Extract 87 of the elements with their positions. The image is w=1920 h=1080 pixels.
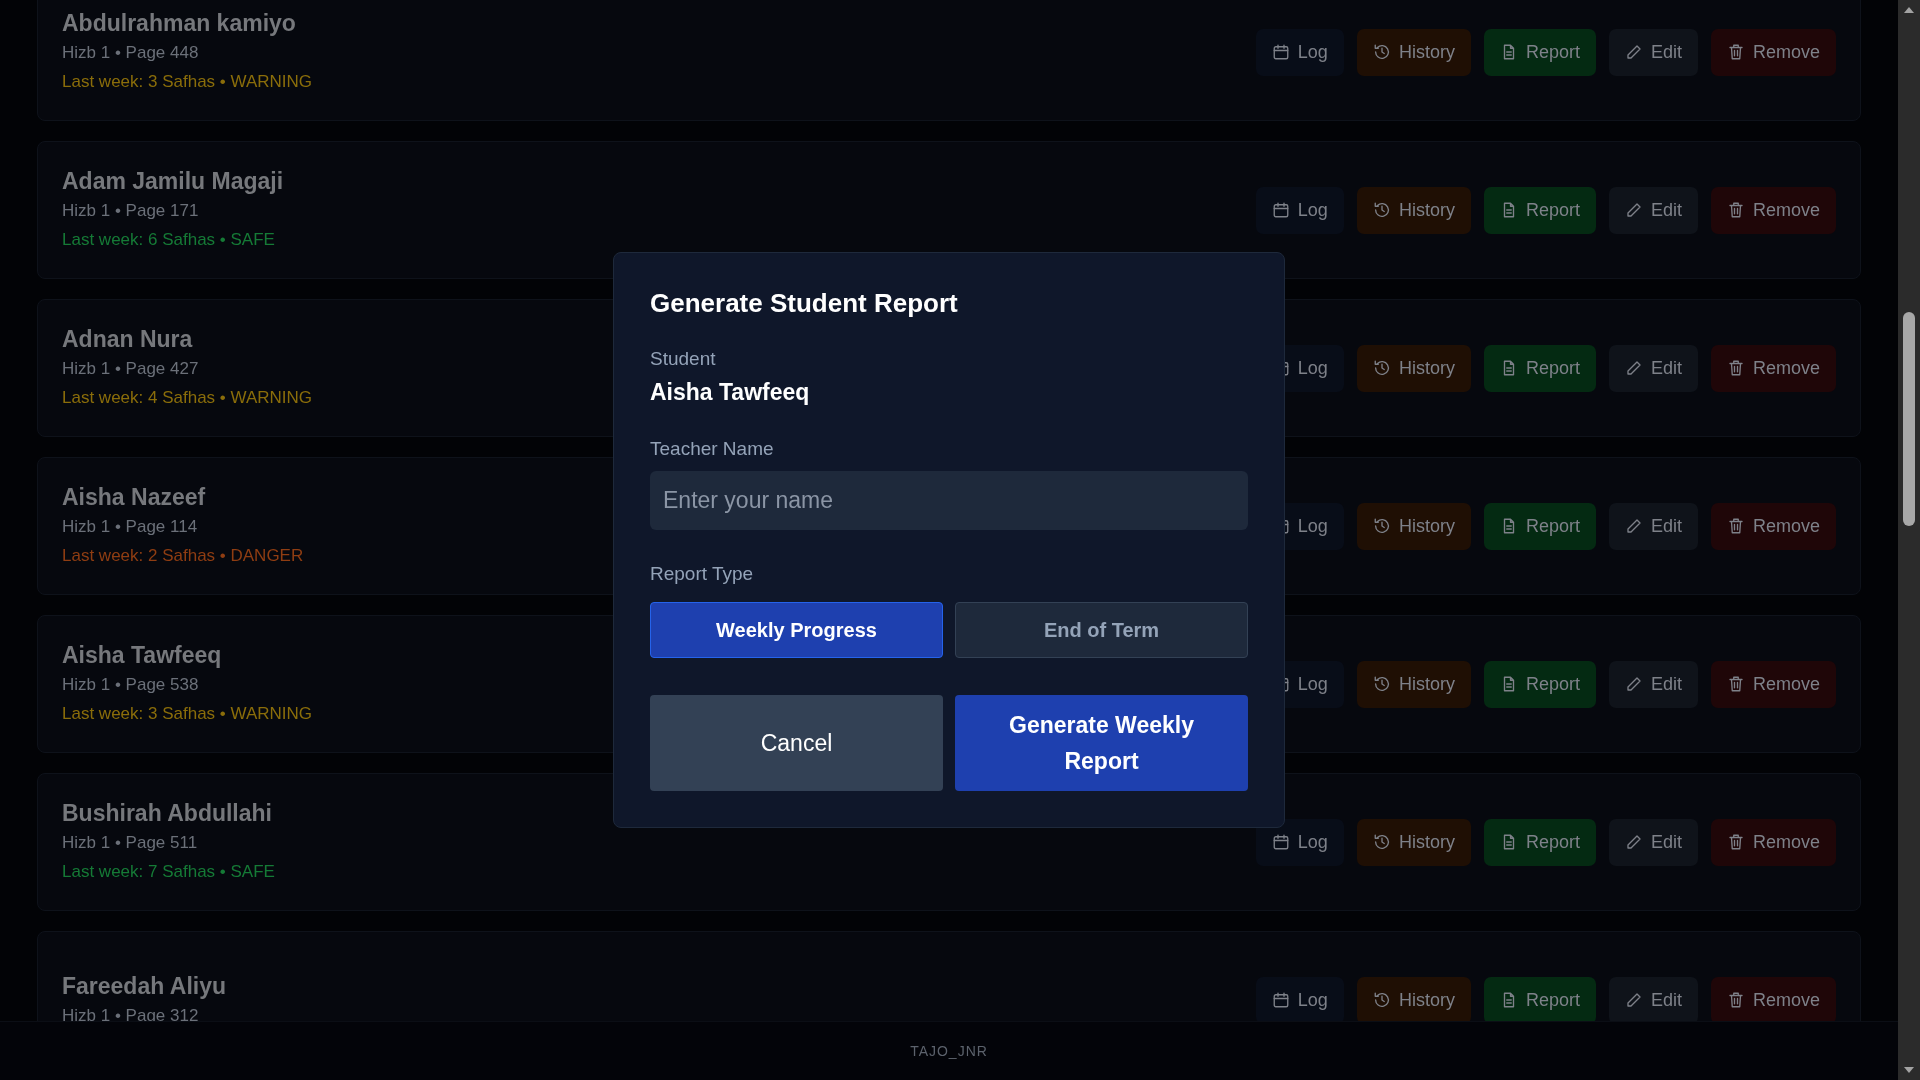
trash-icon	[1726, 517, 1745, 535]
history-icon	[1372, 201, 1391, 219]
pencil-icon	[1624, 675, 1643, 693]
history-icon	[1372, 517, 1391, 535]
pencil-icon	[1624, 517, 1643, 535]
weekly-status: Last week: 6 Safhas • SAFE	[62, 229, 276, 251]
history-button[interactable]: History	[1356, 660, 1471, 708]
teacher-name-label: Teacher Name	[650, 437, 775, 461]
report-button[interactable]: Report	[1483, 28, 1596, 76]
history-button[interactable]: History	[1356, 344, 1471, 392]
cancel-button[interactable]: Cancel	[650, 695, 943, 791]
report-type-option[interactable]: End of Term	[955, 602, 1248, 658]
hizb-page-text: Hizb 1 • Page 171	[62, 200, 200, 222]
remove-button[interactable]: Remove	[1710, 660, 1836, 708]
remove-button[interactable]: Remove	[1710, 186, 1836, 234]
history-icon	[1372, 991, 1391, 1009]
student-name: Aisha Nazeef	[62, 483, 207, 511]
student-label: Student	[650, 347, 717, 371]
pencil-icon	[1624, 43, 1643, 61]
report-button[interactable]: Report	[1483, 976, 1596, 1024]
weekly-status: Last week: 2 Safhas • DANGER	[62, 545, 304, 567]
footer-credit: TAJO_JNR	[910, 1043, 988, 1059]
edit-button[interactable]: Edit	[1608, 28, 1698, 76]
history-icon	[1372, 675, 1391, 693]
generate-report-button[interactable]: Generate Weekly Report	[955, 695, 1248, 791]
weekly-status: Last week: 4 Safhas • WARNING	[62, 387, 313, 409]
student-name: Bushirah Abdullahi	[62, 799, 273, 827]
remove-button[interactable]: Remove	[1710, 502, 1836, 550]
report-type-option[interactable]: Weekly Progress	[650, 602, 943, 658]
report-button[interactable]: Report	[1483, 186, 1596, 234]
weekly-status: Last week: 3 Safhas • WARNING	[62, 703, 313, 725]
remove-button[interactable]: Remove	[1710, 976, 1836, 1024]
history-button[interactable]: History	[1356, 976, 1471, 1024]
dialog-title: Generate Student Report	[650, 287, 959, 319]
remove-button[interactable]: Remove	[1710, 818, 1836, 866]
scrollbar-thumb[interactable]	[1903, 312, 1915, 526]
log-button[interactable]: Log	[1255, 28, 1344, 76]
trash-icon	[1726, 201, 1745, 219]
weekly-status: Last week: 3 Safhas • WARNING	[62, 71, 313, 93]
trash-icon	[1726, 43, 1745, 61]
trash-icon	[1726, 991, 1745, 1009]
hizb-page-text: Hizb 1 • Page 114	[62, 516, 199, 538]
scroll-up-icon[interactable]	[1903, 6, 1915, 14]
trash-icon	[1726, 359, 1745, 377]
student-name: Aisha Tawfeeq	[62, 641, 223, 669]
report-button[interactable]: Report	[1483, 344, 1596, 392]
selected-student-name: Aisha Tawfeeq	[650, 378, 811, 407]
history-icon	[1372, 359, 1391, 377]
student-name: Fareedah Aliyu	[62, 972, 227, 1000]
history-button[interactable]: History	[1356, 28, 1471, 76]
teacher-name-field[interactable]: Enter your name	[650, 471, 1248, 530]
history-icon	[1372, 833, 1391, 851]
log-button[interactable]: Log	[1255, 186, 1344, 234]
report-button[interactable]: Report	[1483, 502, 1596, 550]
report-type-label: Report Type	[650, 562, 755, 586]
weekly-status: Last week: 7 Safhas • SAFE	[62, 861, 275, 883]
scroll-down-icon[interactable]	[1903, 1066, 1915, 1074]
edit-button[interactable]: Edit	[1608, 344, 1698, 392]
pencil-icon	[1624, 991, 1643, 1009]
report-button[interactable]: Report	[1483, 660, 1596, 708]
edit-button[interactable]: Edit	[1608, 976, 1698, 1024]
edit-button[interactable]: Edit	[1608, 818, 1698, 866]
history-button[interactable]: History	[1356, 502, 1471, 550]
student-name: Adnan Nura	[62, 325, 194, 353]
remove-button[interactable]: Remove	[1710, 28, 1836, 76]
log-button[interactable]: Log	[1255, 818, 1344, 866]
edit-button[interactable]: Edit	[1608, 660, 1698, 708]
pencil-icon	[1624, 833, 1643, 851]
history-button[interactable]: History	[1356, 818, 1471, 866]
trash-icon	[1726, 833, 1745, 851]
hizb-page-text: Hizb 1 • Page 448	[62, 42, 200, 64]
hizb-page-text: Hizb 1 • Page 538	[62, 674, 200, 696]
log-button[interactable]: Log	[1255, 976, 1344, 1024]
remove-button[interactable]: Remove	[1710, 344, 1836, 392]
history-button[interactable]: History	[1356, 186, 1471, 234]
history-icon	[1372, 43, 1391, 61]
report-button[interactable]: Report	[1483, 818, 1596, 866]
hizb-page-text: Hizb 1 • Page 511	[62, 832, 199, 854]
edit-button[interactable]: Edit	[1608, 502, 1698, 550]
edit-button[interactable]: Edit	[1608, 186, 1698, 234]
student-name: Adam Jamilu Magaji	[62, 167, 284, 195]
pencil-icon	[1624, 201, 1643, 219]
pencil-icon	[1624, 359, 1643, 377]
scrollbar[interactable]	[1898, 0, 1920, 1080]
student-name: Abdulrahman kamiyo	[62, 9, 297, 37]
hizb-page-text: Hizb 1 • Page 427	[62, 358, 200, 380]
trash-icon	[1726, 675, 1745, 693]
